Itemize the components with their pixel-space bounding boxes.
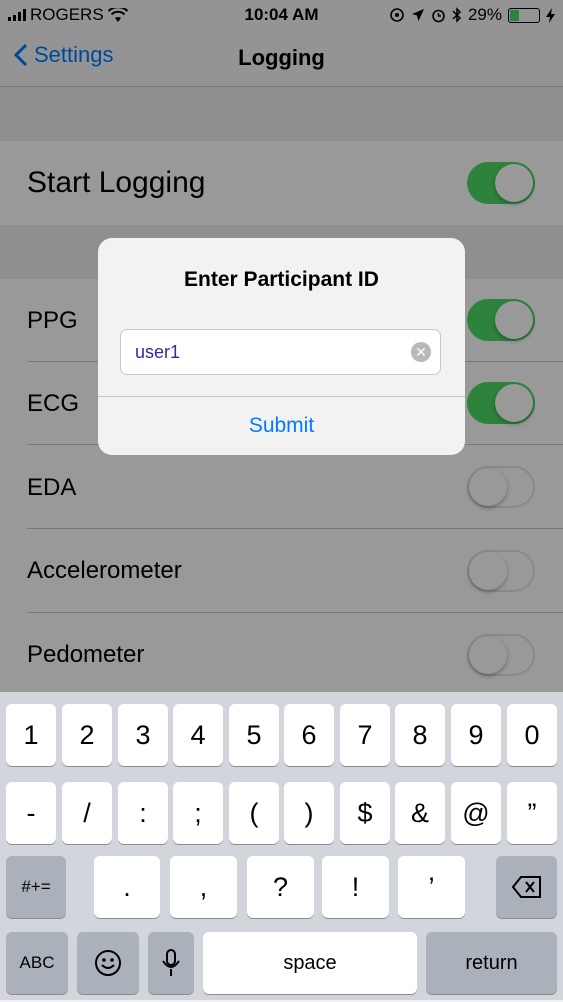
key-2[interactable]: 2	[62, 704, 112, 766]
key-close-paren[interactable]: )	[284, 782, 334, 844]
key-quote[interactable]: ”	[507, 782, 557, 844]
space-key[interactable]: space	[203, 932, 417, 994]
key-6[interactable]: 6	[284, 704, 334, 766]
key-comma[interactable]: ,	[170, 856, 237, 918]
submit-button[interactable]: Submit	[98, 396, 465, 455]
keyboard: 1 2 3 4 5 6 7 8 9 0 - / : ; ( ) $ & @ ” …	[0, 692, 563, 1000]
key-4[interactable]: 4	[173, 704, 223, 766]
key-period[interactable]: .	[94, 856, 160, 918]
emoji-key[interactable]	[77, 932, 139, 994]
key-7[interactable]: 7	[340, 704, 390, 766]
key-9[interactable]: 9	[451, 704, 501, 766]
backspace-key[interactable]	[496, 856, 557, 918]
key-0[interactable]: 0	[507, 704, 557, 766]
dictation-key[interactable]	[148, 932, 194, 994]
key-exclamation[interactable]: !	[322, 856, 389, 918]
key-hyphen[interactable]: -	[6, 782, 56, 844]
key-colon[interactable]: :	[118, 782, 168, 844]
emoji-icon	[95, 950, 121, 976]
alert-title: Enter Participant ID	[184, 268, 379, 291]
participant-id-alert: Enter Participant ID ✕ Submit	[98, 238, 465, 455]
abc-key[interactable]: ABC	[6, 932, 68, 994]
key-open-paren[interactable]: (	[229, 782, 279, 844]
key-slash[interactable]: /	[62, 782, 112, 844]
participant-id-field[interactable]: ✕	[120, 329, 441, 375]
clear-icon[interactable]: ✕	[411, 342, 431, 362]
key-question[interactable]: ?	[247, 856, 314, 918]
return-key[interactable]: return	[426, 932, 557, 994]
key-3[interactable]: 3	[118, 704, 168, 766]
key-semicolon[interactable]: ;	[173, 782, 223, 844]
key-apostrophe[interactable]: ’	[398, 856, 465, 918]
microphone-icon	[162, 949, 180, 976]
key-ampersand[interactable]: &	[395, 782, 445, 844]
key-1[interactable]: 1	[6, 704, 56, 766]
more-symbols-key[interactable]: #+=	[6, 856, 66, 918]
participant-id-input[interactable]	[133, 338, 407, 366]
key-5[interactable]: 5	[229, 704, 279, 766]
key-at[interactable]: @	[451, 782, 501, 844]
key-8[interactable]: 8	[395, 704, 445, 766]
backspace-icon	[511, 876, 541, 898]
key-dollar[interactable]: $	[340, 782, 390, 844]
